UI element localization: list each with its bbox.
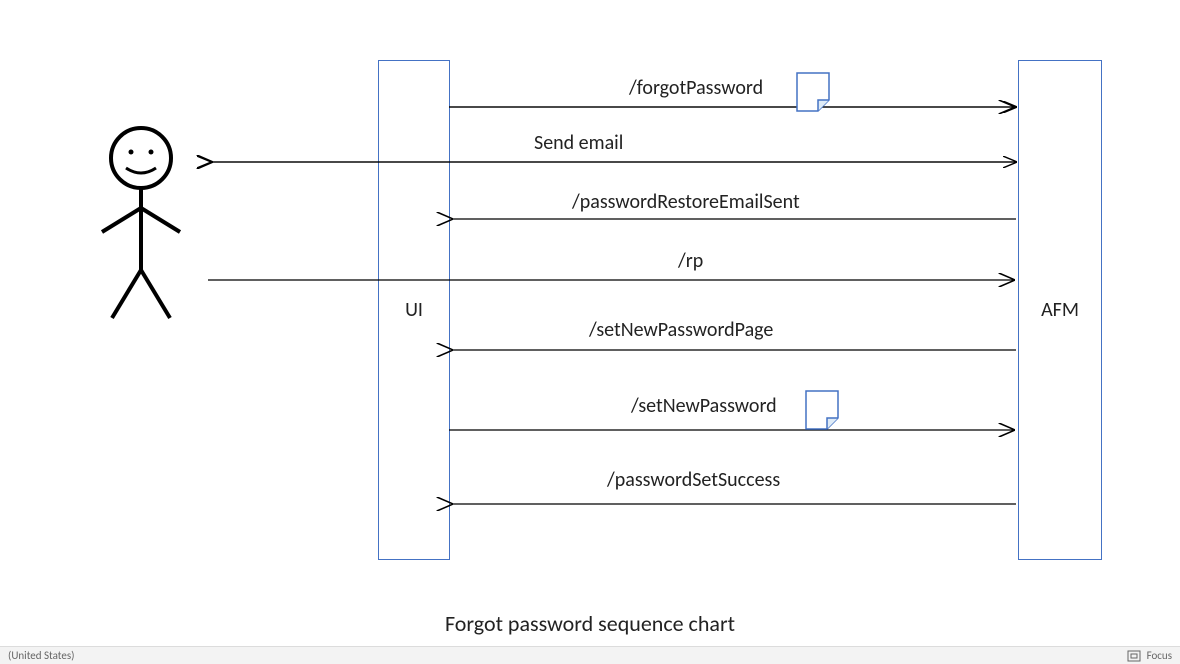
lifeline-afm: AFM bbox=[1018, 60, 1102, 560]
status-focus-label[interactable]: Focus bbox=[1147, 649, 1172, 662]
note-icon bbox=[805, 390, 839, 430]
lifeline-ui: UI bbox=[378, 60, 450, 560]
message-label-send-email: Send email bbox=[534, 131, 623, 155]
message-label-forgot-password: /forgotPassword bbox=[629, 76, 763, 100]
message-label-rp: /rp bbox=[678, 249, 703, 273]
status-bar: (United States) Focus bbox=[0, 646, 1180, 664]
note-icon bbox=[796, 72, 830, 112]
diagram-caption: Forgot password sequence chart bbox=[0, 610, 1180, 637]
focus-icon bbox=[1127, 650, 1141, 662]
lifeline-afm-label: AFM bbox=[1041, 298, 1079, 322]
lifeline-ui-label: UI bbox=[405, 298, 423, 322]
message-label-password-set-success: /passwordSetSuccess bbox=[607, 468, 780, 492]
message-label-set-new-password-page: /setNewPasswordPage bbox=[589, 318, 773, 342]
message-label-set-new-password: /setNewPassword bbox=[631, 394, 777, 418]
message-label-password-restore-email-sent: /passwordRestoreEmailSent bbox=[572, 190, 800, 214]
status-language: (United States) bbox=[8, 649, 74, 662]
